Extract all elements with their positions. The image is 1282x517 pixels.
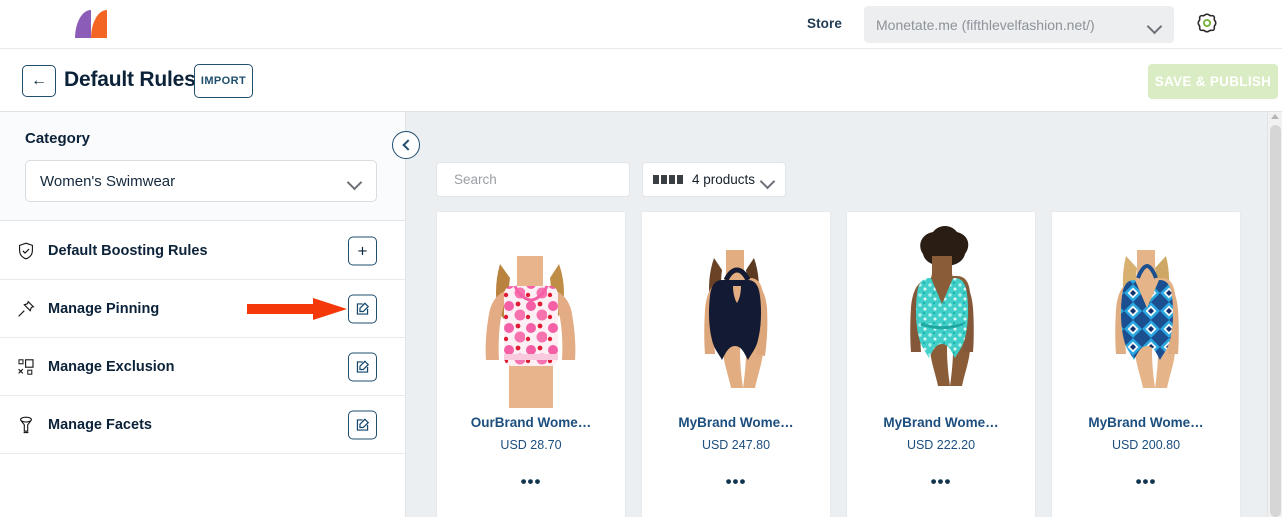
product-card[interactable]: MyBrand Wome… USD 222.20 ••• — [846, 211, 1036, 517]
chevron-down-icon — [761, 176, 775, 184]
product-name: MyBrand Wome… — [678, 415, 794, 430]
back-button[interactable]: ← — [22, 65, 56, 97]
collapse-sidebar-button[interactable] — [392, 131, 420, 159]
exclusion-icon — [16, 357, 36, 377]
monetate-logo[interactable] — [75, 10, 107, 38]
search-input[interactable] — [454, 172, 631, 187]
arrow-left-icon: ← — [31, 72, 47, 89]
product-card[interactable]: MyBrand Wome… USD 200.80 ••• — [1051, 211, 1241, 517]
product-price: USD 28.70 — [500, 438, 562, 452]
grid-icon — [653, 175, 683, 184]
edit-pencil-icon — [356, 359, 370, 373]
category-block: Category Women's Swimwear — [0, 112, 405, 221]
store-label: Store — [806, 16, 842, 31]
chevron-left-icon — [401, 139, 414, 151]
product-menu-button[interactable]: ••• — [1052, 473, 1240, 490]
sidebar-item-label: Manage Facets — [48, 416, 152, 433]
save-and-publish-button[interactable]: SAVE & PUBLISH — [1148, 64, 1278, 99]
product-menu-button[interactable]: ••• — [437, 473, 625, 490]
import-button[interactable]: IMPORT — [194, 64, 253, 98]
edit-manage-pinning-button[interactable] — [348, 294, 377, 323]
sidebar-item-manage-exclusion[interactable]: Manage Exclusion — [0, 338, 405, 396]
sidebar-item-label: Default Boosting Rules — [48, 242, 208, 259]
product-name: OurBrand Wome… — [470, 415, 592, 430]
gear-icon[interactable] — [1192, 10, 1222, 40]
scrollbar-thumb[interactable] — [1270, 125, 1281, 517]
category-select[interactable]: Women's Swimwear — [25, 160, 377, 202]
plus-icon: + — [357, 241, 368, 260]
product-preview-panel: 4 products — [406, 112, 1282, 517]
edit-pencil-icon — [356, 301, 370, 315]
sidebar-item-label: Manage Exclusion — [48, 358, 175, 375]
sidebar-item-manage-pinning[interactable]: Manage Pinning — [0, 280, 405, 338]
shield-check-icon — [16, 241, 36, 261]
edit-pencil-icon — [356, 417, 370, 431]
product-price: USD 247.80 — [701, 438, 771, 452]
logo-right-shape — [91, 10, 107, 38]
product-grid: OurBrand Wome… USD 28.70 ••• MyBrand Wom… — [436, 211, 1241, 517]
sidebar-item-manage-facets[interactable]: Manage Facets — [0, 396, 405, 454]
category-select-value: Women's Swimwear — [40, 172, 176, 190]
product-image-pink-floral-bikini-top — [437, 212, 625, 408]
scroll-up-arrow-icon[interactable] — [1271, 114, 1279, 119]
product-price: USD 222.20 — [906, 438, 976, 452]
product-name: MyBrand Wome… — [1088, 415, 1204, 430]
chevron-down-icon — [348, 177, 362, 185]
product-image-navy-one-piece-swimsuit — [642, 212, 830, 408]
category-label: Category — [25, 130, 91, 147]
logo-left-shape — [75, 10, 91, 38]
funnel-icon — [16, 415, 36, 435]
product-count-label: 4 products — [692, 172, 756, 187]
edit-manage-exclusion-button[interactable] — [348, 352, 377, 381]
product-count-dropdown[interactable]: 4 products — [642, 162, 786, 197]
add-boosting-rule-button[interactable]: + — [348, 236, 377, 265]
chevron-down-icon — [1148, 21, 1162, 29]
rules-sidebar: Category Women's Swimwear Default Boosti… — [0, 112, 406, 517]
product-image-teal-lace-one-piece-swimsuit — [847, 212, 1035, 408]
vertical-scrollbar[interactable] — [1267, 112, 1282, 517]
store-selector-value: Monetate.me (fifthlevelfashion.net/) — [876, 16, 1095, 33]
page-title: Default Rules — [64, 68, 196, 91]
product-card[interactable]: MyBrand Wome… USD 247.80 ••• — [641, 211, 831, 517]
store-selector[interactable]: Monetate.me (fifthlevelfashion.net/) — [864, 6, 1174, 43]
product-menu-button[interactable]: ••• — [642, 473, 830, 490]
sidebar-item-default-boosting-rules[interactable]: Default Boosting Rules + — [0, 222, 405, 280]
product-card[interactable]: OurBrand Wome… USD 28.70 ••• — [436, 211, 626, 517]
product-image-blue-geometric-halter-swimsuit — [1052, 212, 1240, 408]
edit-manage-facets-button[interactable] — [348, 410, 377, 439]
pin-icon — [16, 299, 36, 319]
product-price: USD 200.80 — [1111, 438, 1181, 452]
sidebar-item-label: Manage Pinning — [48, 300, 160, 317]
product-name: MyBrand Wome… — [883, 415, 999, 430]
search-box[interactable] — [436, 162, 631, 197]
product-menu-button[interactable]: ••• — [847, 473, 1035, 490]
